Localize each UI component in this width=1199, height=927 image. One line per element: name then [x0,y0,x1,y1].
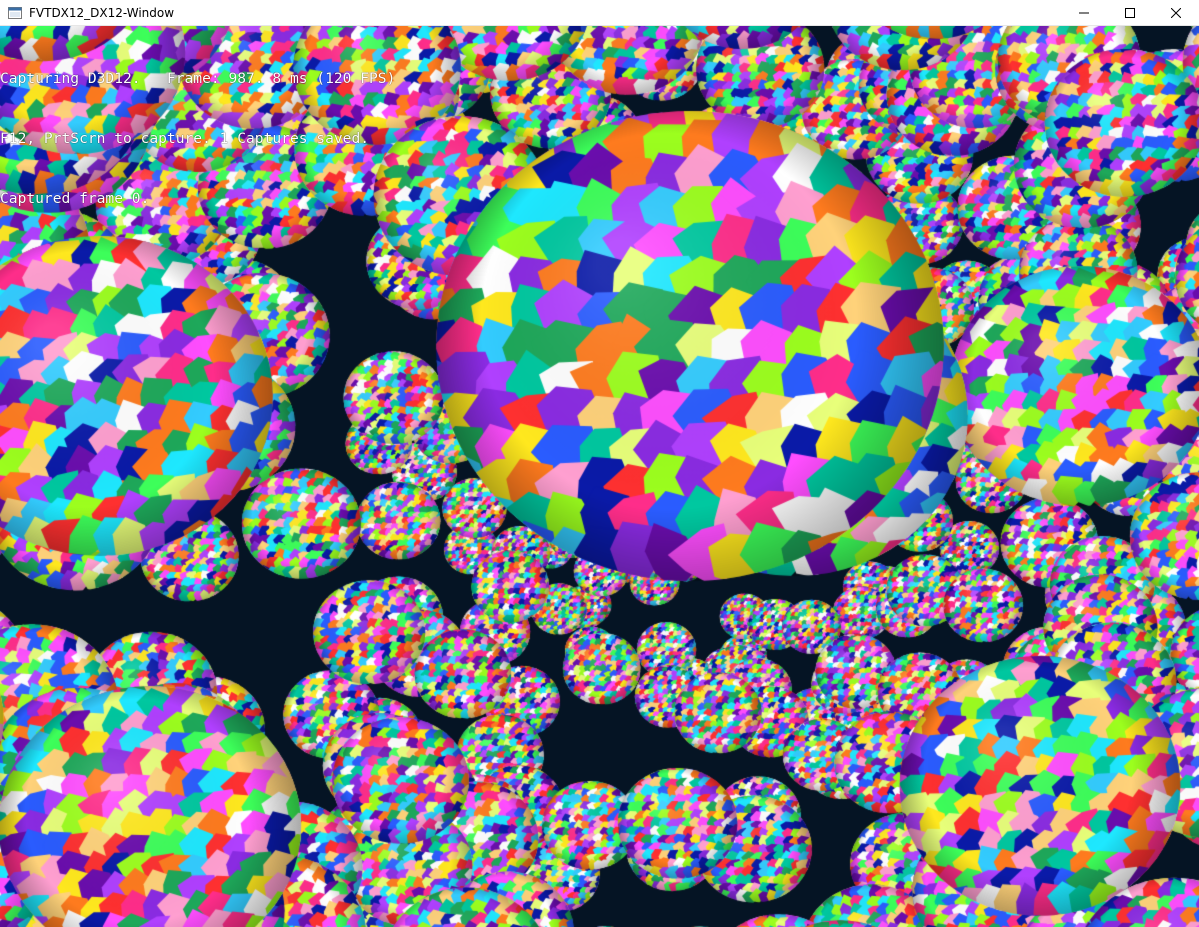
overlay-line-status: Capturing D3D12. Frame: 987. 8 ms (120 F… [0,70,396,87]
minimize-icon [1079,12,1089,14]
close-icon [1171,8,1181,18]
overlay-line-hint: F12, PrtScrn to capture. 1 Captures save… [0,130,370,147]
capture-overlay: Capturing D3D12. Frame: 987. 8 ms (120 F… [0,29,395,249]
overlay-line-captured: Captured frame 0. [0,190,150,207]
close-button[interactable] [1153,0,1199,26]
app-window: FVTDX12_DX12-Window Capturing D3D12. Fra… [0,0,1199,927]
minimize-button[interactable] [1061,0,1107,26]
window-title: FVTDX12_DX12-Window [29,5,175,20]
caption-buttons [1061,0,1199,26]
maximize-icon [1125,8,1135,18]
render-viewport[interactable]: Capturing D3D12. Frame: 987. 8 ms (120 F… [0,26,1199,927]
title-bar[interactable]: FVTDX12_DX12-Window [0,0,1199,26]
app-window-icon [8,6,22,19]
maximize-button[interactable] [1107,0,1153,26]
